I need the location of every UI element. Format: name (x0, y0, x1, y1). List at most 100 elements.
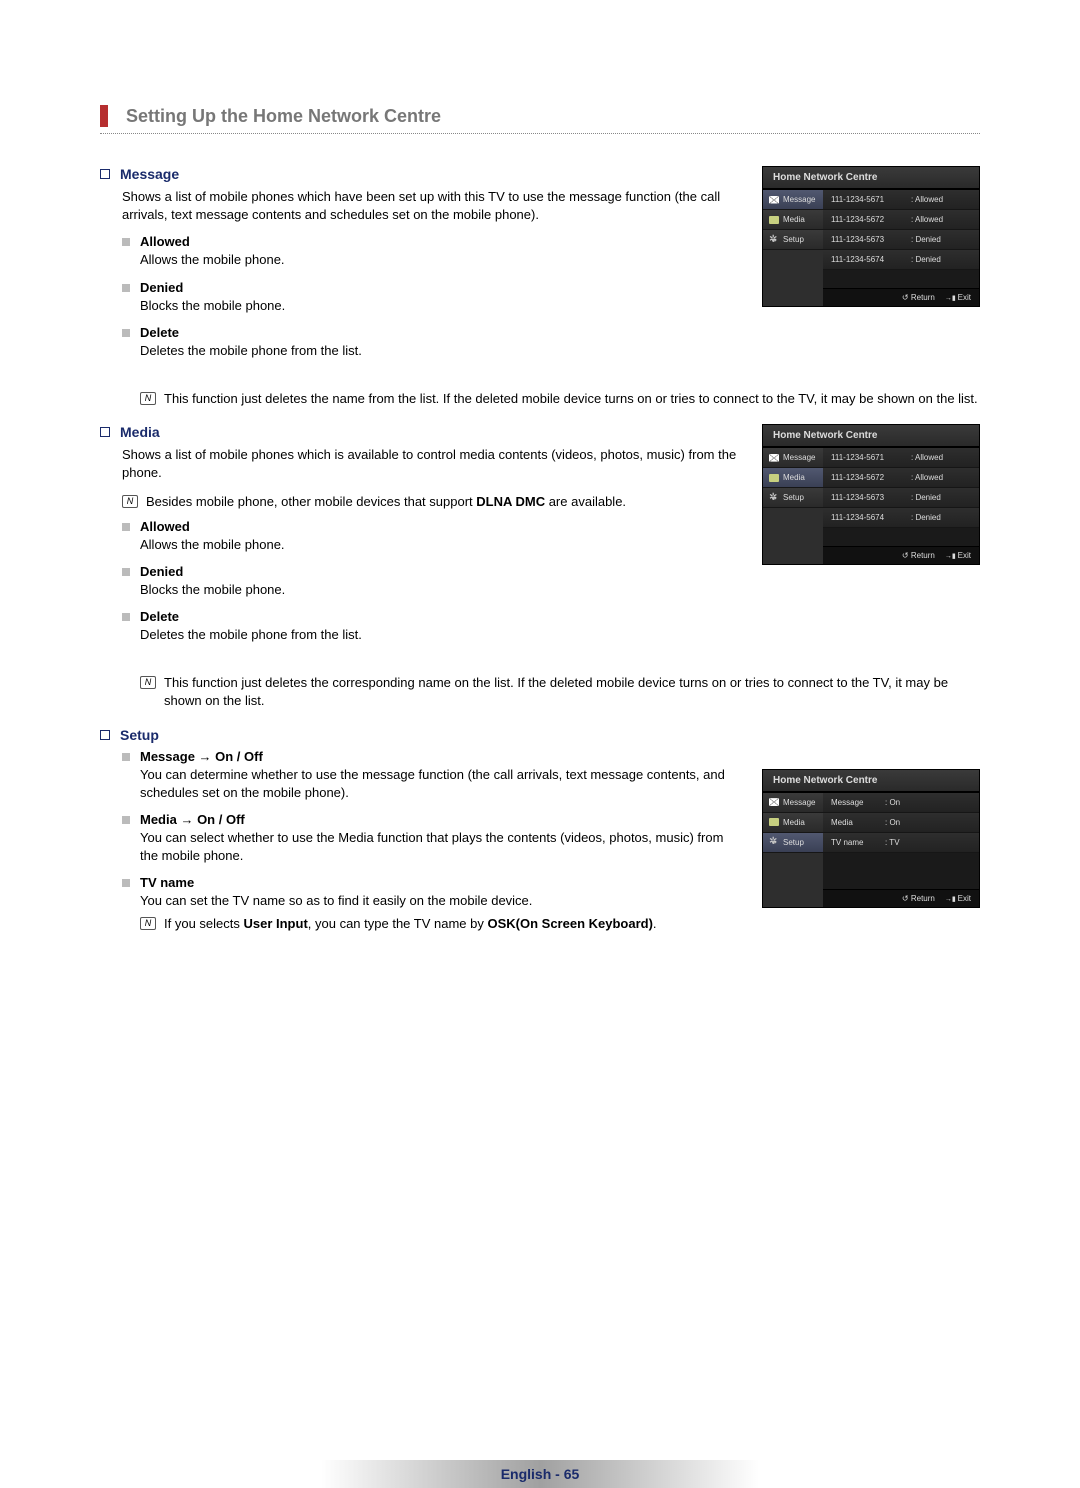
bullet-box-icon (100, 427, 110, 437)
subsection-setup: Setup (100, 727, 744, 743)
table-row[interactable]: 111-1234-5672: Allowed (823, 468, 979, 488)
square-bullet-icon (122, 284, 130, 292)
item-media-onoff: Media → On / Off (122, 812, 744, 827)
tv-footer: Return Exit (823, 546, 979, 564)
mail-icon (769, 454, 779, 462)
media-icon (769, 216, 779, 224)
tv-screenshot-setup: Home Network Centre Message Media Setup … (762, 769, 980, 908)
bullet-box-icon (100, 730, 110, 740)
table-row[interactable]: Media: On (823, 813, 979, 833)
square-bullet-icon (122, 879, 130, 887)
tv-side-media[interactable]: Media (763, 210, 823, 230)
exit-button[interactable]: Exit (945, 894, 971, 903)
subsection-desc: Shows a list of mobile phones which have… (122, 188, 744, 224)
tv-side-media[interactable]: Media (763, 813, 823, 833)
table-row[interactable]: 111-1234-5673: Denied (823, 230, 979, 250)
tv-window-title: Home Network Centre (763, 770, 979, 793)
subsection-desc: Shows a list of mobile phones which is a… (122, 446, 744, 482)
square-bullet-icon (122, 613, 130, 621)
tv-sidebar: Message Media Setup (763, 448, 823, 564)
tv-window-title: Home Network Centre (763, 167, 979, 190)
item-denied: Denied (122, 564, 744, 579)
table-row[interactable]: 111-1234-5674: Denied (823, 508, 979, 528)
tv-sidebar: Message Media Setup (763, 793, 823, 907)
note-text: Besides mobile phone, other mobile devic… (146, 493, 744, 511)
tv-list: 111-1234-5671: Allowed 111-1234-5672: Al… (823, 448, 979, 564)
item-delete: Delete (122, 609, 744, 624)
subsection-media: Media (100, 424, 744, 440)
section-title: Setting Up the Home Network Centre (126, 106, 441, 127)
table-row[interactable]: 111-1234-5674: Denied (823, 250, 979, 270)
item-desc: Allows the mobile phone. (140, 249, 744, 269)
note-icon: N (122, 495, 138, 508)
return-button[interactable]: Return (902, 551, 935, 560)
tv-side-message[interactable]: Message (763, 793, 823, 813)
gear-icon (769, 494, 779, 502)
note: N This function just deletes the name fr… (140, 390, 980, 408)
square-bullet-icon (122, 816, 130, 824)
item-desc: Blocks the mobile phone. (140, 295, 744, 315)
tv-side-message[interactable]: Message (763, 448, 823, 468)
square-bullet-icon (122, 753, 130, 761)
item-allowed: Allowed (122, 519, 744, 534)
table-row[interactable]: 111-1234-5671: Allowed (823, 448, 979, 468)
table-row[interactable]: Message: On (823, 793, 979, 813)
item-tvname: TV name (122, 875, 744, 890)
item-desc: Allows the mobile phone. (140, 534, 744, 554)
subsection-message: Message (100, 166, 744, 182)
return-button[interactable]: Return (902, 894, 935, 903)
table-row[interactable]: 111-1234-5672: Allowed (823, 210, 979, 230)
note: N This function just deletes the corresp… (140, 674, 980, 710)
note-icon: N (140, 917, 156, 930)
media-icon (769, 818, 779, 826)
item-allowed: Allowed (122, 234, 744, 249)
gear-icon (769, 236, 779, 244)
subsection-title: Message (120, 166, 179, 182)
table-row[interactable]: 111-1234-5673: Denied (823, 488, 979, 508)
tv-sidebar: Message Media Setup (763, 190, 823, 306)
gear-icon (769, 838, 779, 846)
tv-side-message[interactable]: Message (763, 190, 823, 210)
mail-icon (769, 196, 779, 204)
section-header: Setting Up the Home Network Centre (100, 105, 980, 134)
tv-side-setup[interactable]: Setup (763, 230, 823, 250)
return-button[interactable]: Return (902, 293, 935, 302)
item-desc: You can set the TV name so as to find it… (140, 890, 744, 910)
tv-screenshot-media: Home Network Centre Message Media Setup … (762, 424, 980, 565)
tv-screenshot-message: Home Network Centre Message Media Setup … (762, 166, 980, 307)
item-desc: Deletes the mobile phone from the list. (140, 624, 744, 644)
item-message-onoff: Message → On / Off (122, 749, 744, 764)
note-icon: N (140, 676, 156, 689)
bullet-box-icon (100, 169, 110, 179)
table-row[interactable]: TV name: TV (823, 833, 979, 853)
tv-side-setup[interactable]: Setup (763, 833, 823, 853)
tv-list: 111-1234-5671: Allowed 111-1234-5672: Al… (823, 190, 979, 306)
page-footer: English - 65 (0, 1460, 1080, 1488)
note-icon: N (140, 392, 156, 405)
item-desc: You can determine whether to use the mes… (140, 764, 744, 802)
accent-bar (100, 105, 108, 127)
tv-side-setup[interactable]: Setup (763, 488, 823, 508)
tv-footer: Return Exit (823, 288, 979, 306)
mail-icon (769, 798, 779, 806)
square-bullet-icon (122, 523, 130, 531)
tv-side-media[interactable]: Media (763, 468, 823, 488)
media-icon (769, 474, 779, 482)
item-delete: Delete (122, 325, 744, 340)
note-text: If you selects User Input, you can type … (164, 915, 744, 933)
footer-page: 65 (564, 1466, 580, 1482)
exit-button[interactable]: Exit (945, 293, 971, 302)
tv-footer: Return Exit (823, 889, 979, 907)
tv-window-title: Home Network Centre (763, 425, 979, 448)
footer-lang: English - (501, 1466, 564, 1482)
table-row[interactable]: 111-1234-5671: Allowed (823, 190, 979, 210)
square-bullet-icon (122, 568, 130, 576)
exit-button[interactable]: Exit (945, 551, 971, 560)
item-desc: Blocks the mobile phone. (140, 579, 744, 599)
item-desc: You can select whether to use the Media … (140, 827, 744, 865)
subsection-title: Setup (120, 727, 159, 743)
square-bullet-icon (122, 329, 130, 337)
item-denied: Denied (122, 280, 744, 295)
tv-list: Message: On Media: On TV name: TV Return… (823, 793, 979, 907)
subsection-title: Media (120, 424, 160, 440)
